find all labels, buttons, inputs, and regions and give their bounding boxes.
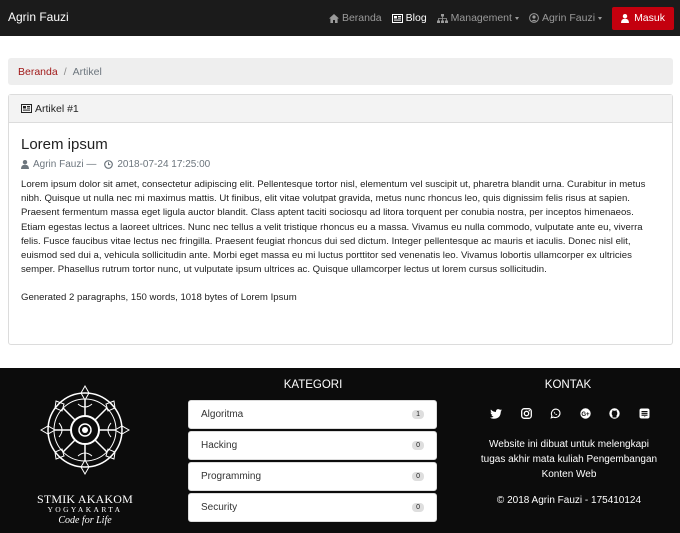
card-header-title: Artikel #1: [35, 102, 79, 115]
post-content: Lorem ipsum dolor sit amet, consectetur …: [21, 179, 646, 276]
twitter-icon[interactable]: [490, 408, 502, 419]
breadcrumb-separator: /: [63, 65, 67, 78]
footer: STMIK AKAKOM YOGYAKARTA Code for Life KA…: [0, 368, 680, 533]
post-date: 2018-07-24 17:25:00: [117, 159, 211, 170]
post-generated-info: Generated 2 paragraphs, 150 words, 1018 …: [21, 292, 297, 304]
post-meta: Agrin Fauzi — 2018-07-24 17:25:00: [21, 159, 660, 170]
post-title: Lorem ipsum: [21, 136, 108, 153]
kategori-count-badge: 0: [412, 441, 424, 450]
post-author: Agrin Fauzi —: [33, 159, 97, 170]
kategori-label: Security: [201, 502, 238, 513]
kategori-item-algoritma[interactable]: Algoritma 1: [188, 400, 437, 429]
kategori-count-badge: 1: [412, 410, 424, 419]
navbar-nav: Beranda Blog Management Agrin Fauzi Masu…: [328, 6, 674, 30]
kategori-label: Algoritma: [201, 409, 244, 420]
nav-item-label: Blog: [405, 12, 427, 24]
nav-item-user[interactable]: Agrin Fauzi: [529, 12, 603, 24]
kategori-item-security[interactable]: Security 0: [188, 493, 437, 522]
github-icon[interactable]: [609, 408, 621, 419]
emblem-icon: [39, 384, 131, 476]
nav-item-management[interactable]: Management: [436, 12, 519, 24]
kategori-item-programming[interactable]: Programming 0: [188, 462, 437, 491]
clock-icon: [104, 160, 114, 169]
article-card: Artikel #1 Lorem ipsum Agrin Fauzi — 201…: [8, 94, 673, 345]
breadcrumb: Beranda / Artikel: [8, 58, 673, 85]
kategori-list: Algoritma 1 Hacking 0 Programming 0 Secu…: [188, 400, 437, 524]
navbar: Agrin Fauzi Beranda Blog Management Agri…: [0, 0, 680, 36]
nav-item-label: Agrin Fauzi: [541, 12, 596, 24]
chevron-down-icon: [514, 16, 519, 20]
stmik-akakom-logo: STMIK AKAKOM YOGYAKARTA Code for Life: [30, 378, 140, 528]
card-header: Artikel #1: [9, 95, 672, 123]
kategori-count-badge: 0: [412, 472, 424, 481]
chevron-down-icon: [598, 16, 603, 20]
nav-item-blog[interactable]: Blog: [391, 12, 427, 24]
user-icon: [621, 13, 630, 23]
user-icon: [21, 160, 29, 169]
card-body: Lorem ipsum Agrin Fauzi — 2018-07-24 17:…: [9, 123, 672, 315]
instagram-icon[interactable]: [520, 408, 532, 419]
logo-line-3: Code for Life: [58, 515, 112, 526]
nav-item-label: Management: [450, 12, 512, 24]
home-icon: [328, 13, 339, 23]
copyright: © 2018 Agrin Fauzi - 175410124: [496, 495, 642, 506]
whatsapp-icon[interactable]: [550, 408, 561, 419]
kategori-label: Programming: [201, 471, 262, 482]
kategori-title: KATEGORI: [283, 379, 343, 391]
logo-line-2: YOGYAKARTA: [47, 505, 123, 514]
sitemap-icon: [436, 13, 448, 23]
nav-item-beranda[interactable]: Beranda: [328, 12, 382, 24]
newspaper-icon: [391, 13, 403, 23]
kategori-label: Hacking: [201, 440, 238, 451]
breadcrumb-current: Artikel: [72, 65, 102, 78]
svg-text:G+: G+: [581, 412, 590, 418]
newspaper-icon: [21, 104, 32, 113]
breadcrumb-home-link[interactable]: Beranda: [18, 66, 58, 78]
kontak-description: Website ini dibuat untuk melengkapi tuga…: [480, 439, 658, 480]
login-button-label: Masuk: [634, 12, 665, 24]
post-date-wrap: 2018-07-24 17:25:00: [104, 159, 210, 170]
kategori-item-hacking[interactable]: Hacking 0: [188, 431, 437, 460]
social-links: G+: [490, 408, 650, 419]
stack-exchange-icon[interactable]: [639, 408, 650, 419]
user-circle-icon: [529, 13, 539, 23]
google-plus-icon[interactable]: G+: [580, 408, 591, 419]
navbar-brand[interactable]: Agrin Fauzi: [8, 10, 69, 24]
kategori-count-badge: 0: [412, 503, 424, 512]
nav-item-label: Beranda: [341, 12, 382, 24]
kontak-title: KONTAK: [544, 379, 592, 391]
login-button[interactable]: Masuk: [612, 6, 674, 30]
